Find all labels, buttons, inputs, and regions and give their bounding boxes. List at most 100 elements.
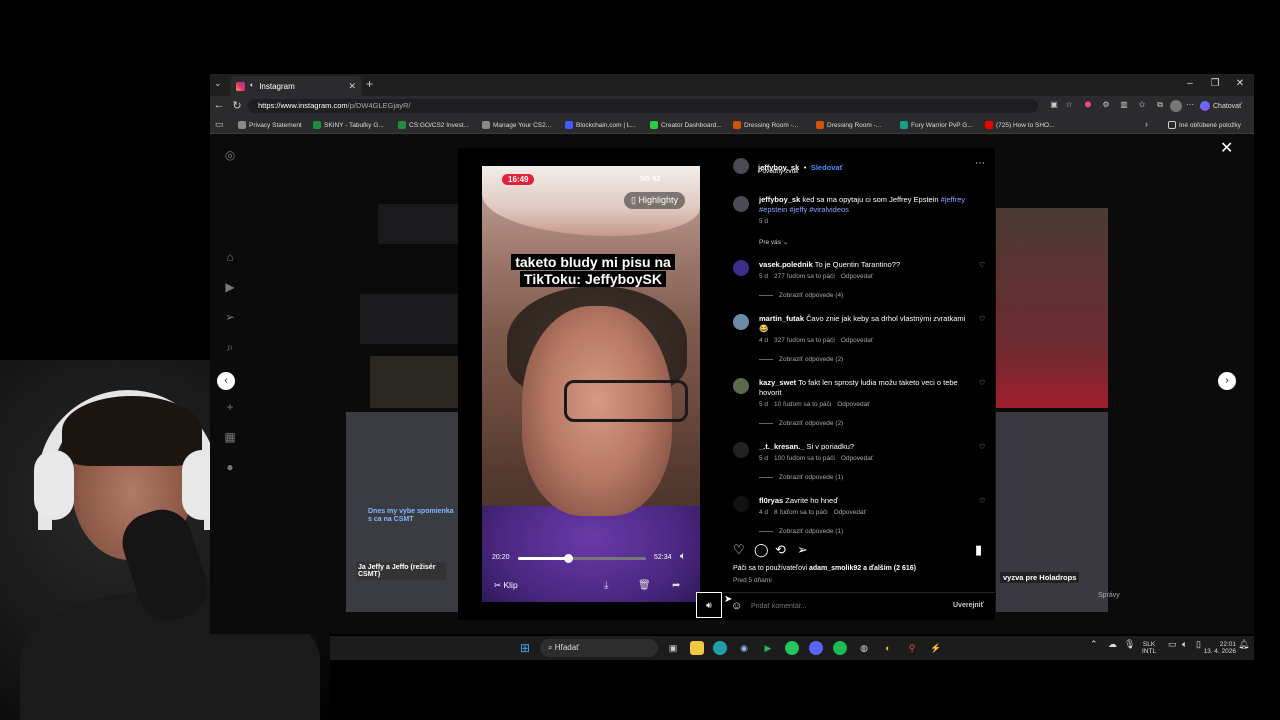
download-icon[interactable]: ⤓ [604,580,608,591]
close-window-icon[interactable]: ✕ [1230,78,1250,89]
reels-icon[interactable]: ▶ [223,280,237,294]
likes-count[interactable]: a ďalším (2 616) [863,565,916,572]
reload-icon[interactable]: ↻ [230,99,244,112]
sort-dropdown[interactable]: Pre vás ⌄ [759,238,788,246]
comment-author[interactable]: vasek.polednik [759,260,813,269]
cloud-icon[interactable]: ☁ [1108,640,1117,649]
app-icon[interactable]: ◐ [881,641,895,655]
create-icon[interactable]: + [223,400,237,414]
bookmark-item[interactable]: Creator Dashboard... [650,121,722,129]
next-post-icon[interactable]: › [1218,372,1236,390]
view-replies-button[interactable]: Zobraziť odpovede (2) [759,420,843,427]
play-icon[interactable]: ▶ [761,641,775,655]
comment-avatar[interactable] [733,442,749,458]
volume-icon[interactable]: 🔈︎ [680,551,686,562]
view-replies-button[interactable]: Zobraziť odpovede (1) [759,474,843,481]
publish-button[interactable]: Uverejniť [953,602,984,609]
home-icon[interactable]: ⌂ [223,250,237,264]
comment-like-icon[interactable]: ♡ [979,497,985,505]
other-bookmarks[interactable]: Iné obľúbené položky [1168,121,1241,129]
comment-avatar[interactable] [733,378,749,394]
minimize-icon[interactable]: – [1180,78,1200,89]
more-menu-icon[interactable]: ⋯ [1184,100,1196,112]
file-explorer-icon[interactable] [690,641,704,655]
reply-button[interactable]: Odpovedať [841,273,873,280]
view-replies-button[interactable]: Zobraziť odpovede (4) [759,292,843,299]
clip-button[interactable]: ✂ Klip [494,580,518,591]
caption-avatar[interactable] [733,196,749,212]
comment-author[interactable]: _.t._kresan._ [759,442,804,451]
extension-icon[interactable]: ⚙ [1100,100,1112,112]
favorites-icon[interactable]: ✩ [1136,100,1148,112]
spotify-icon[interactable] [833,641,847,655]
network-icon[interactable]: ▭ [1168,640,1177,649]
reading-list-icon[interactable]: ▭ [215,119,224,130]
seek-handle[interactable] [563,554,573,563]
comment-avatar[interactable] [733,260,749,276]
repost-icon[interactable]: ⟲ [775,542,786,558]
comment-like-icon[interactable]: ♡ [979,261,985,269]
mic-icon[interactable]: 🎙︎ [1124,640,1135,649]
bookmark-item[interactable]: Dressing Room -... [816,121,881,129]
caption-author[interactable]: jeffyboy_sk [759,195,800,204]
tab-list-icon[interactable]: ⌄ [214,78,222,89]
close-modal-icon[interactable]: ✕ [1220,138,1233,158]
bookmark-item[interactable]: Blockchain.com | L... [565,121,636,129]
audio-label[interactable]: Pôvodný zvuk [758,168,798,175]
reply-button[interactable]: Odpovedať [837,401,869,408]
seek-bar[interactable] [518,554,646,563]
reply-button[interactable]: Odpovedať [834,509,866,516]
view-replies-button[interactable]: Zobraziť odpovede (1) [759,528,843,535]
author-avatar[interactable] [733,158,749,174]
comment-icon[interactable]: ◯ [754,542,769,558]
trash-icon[interactable]: 🗑︎ [638,580,651,591]
notifications-icon[interactable]: 🔔︎ [1238,640,1249,649]
edge-icon[interactable] [713,641,727,655]
discord-icon[interactable] [809,641,823,655]
hashtag-link[interactable]: #epstein #jeffy #viralvideos [759,205,849,214]
tab-instagram[interactable]: 🔈︎ Instagram ✕ [230,76,362,96]
bookmark-item[interactable]: Privacy Statement [238,121,302,129]
bookmark-icon[interactable]: ▮ [975,542,982,558]
task-view-icon[interactable]: ▣ [666,641,680,655]
like-heart-icon[interactable]: ♡ [733,542,745,558]
back-icon[interactable]: ← [212,99,226,111]
more-options-icon[interactable]: ⋯ [975,158,985,169]
language-indicator[interactable]: SLK INTL [1142,641,1156,655]
comment-avatar[interactable] [733,496,749,512]
collections-icon[interactable]: ⧉ [1154,100,1166,112]
star-icon[interactable]: ☆ [1063,100,1075,112]
taskbar-search[interactable]: ⌕ Hľadať [540,639,658,657]
clock[interactable]: 22:01 13. 4. 2026 [1196,641,1236,655]
bookmarks-more-icon[interactable]: › [1145,119,1148,129]
comment-likes[interactable]: 327 ľuďom sa to páči [774,337,835,344]
hashtag-link[interactable]: #jeffrey [941,195,965,204]
volume-tray-icon[interactable]: 🔈︎ [1182,640,1187,649]
bookmark-item[interactable]: SKINY - Tabuľky G... [313,121,384,129]
dashboard-icon[interactable]: ▦ [223,430,237,444]
install-icon[interactable]: ▣ [1048,100,1060,112]
profile-avatar-icon[interactable] [1170,100,1182,112]
emoji-icon[interactable]: ☺ [731,600,742,612]
profile-icon[interactable]: ● [223,460,237,474]
likes-user[interactable]: adam_smolik92 [809,565,861,572]
bookmark-item[interactable]: Dressing Room -... [733,121,798,129]
comment-likes[interactable]: 8 ľuďom sa to páči [774,509,828,516]
comment-like-icon[interactable]: ♡ [979,379,985,387]
comment-like-icon[interactable]: ♡ [979,443,985,451]
bookmark-item[interactable]: (725) How to SHO... [985,121,1055,129]
app-icon[interactable] [785,641,799,655]
share-icon[interactable]: ➢ [797,542,808,558]
comment-avatar[interactable] [733,314,749,330]
chat-button[interactable]: Chatovať [1200,99,1242,113]
comment-author[interactable]: kazy_swet [759,378,796,387]
reply-button[interactable]: Odpovedať [841,337,873,344]
view-replies-button[interactable]: Zobraziť odpovede (2) [759,356,843,363]
messages-icon[interactable]: ➢ [223,310,237,324]
extension-shield-icon[interactable]: ⬢ [1082,100,1094,112]
messages-pill[interactable]: Správy [1098,592,1120,599]
tray-chevron-icon[interactable]: ⌃ [1090,640,1098,649]
previous-post-icon[interactable]: ‹ [217,372,235,390]
video-frame[interactable]: 16:49 5G 92 ✕ ▯ Highlighty taketo bludy … [482,166,700,602]
windows-start-icon[interactable]: ⊞ [518,641,532,655]
